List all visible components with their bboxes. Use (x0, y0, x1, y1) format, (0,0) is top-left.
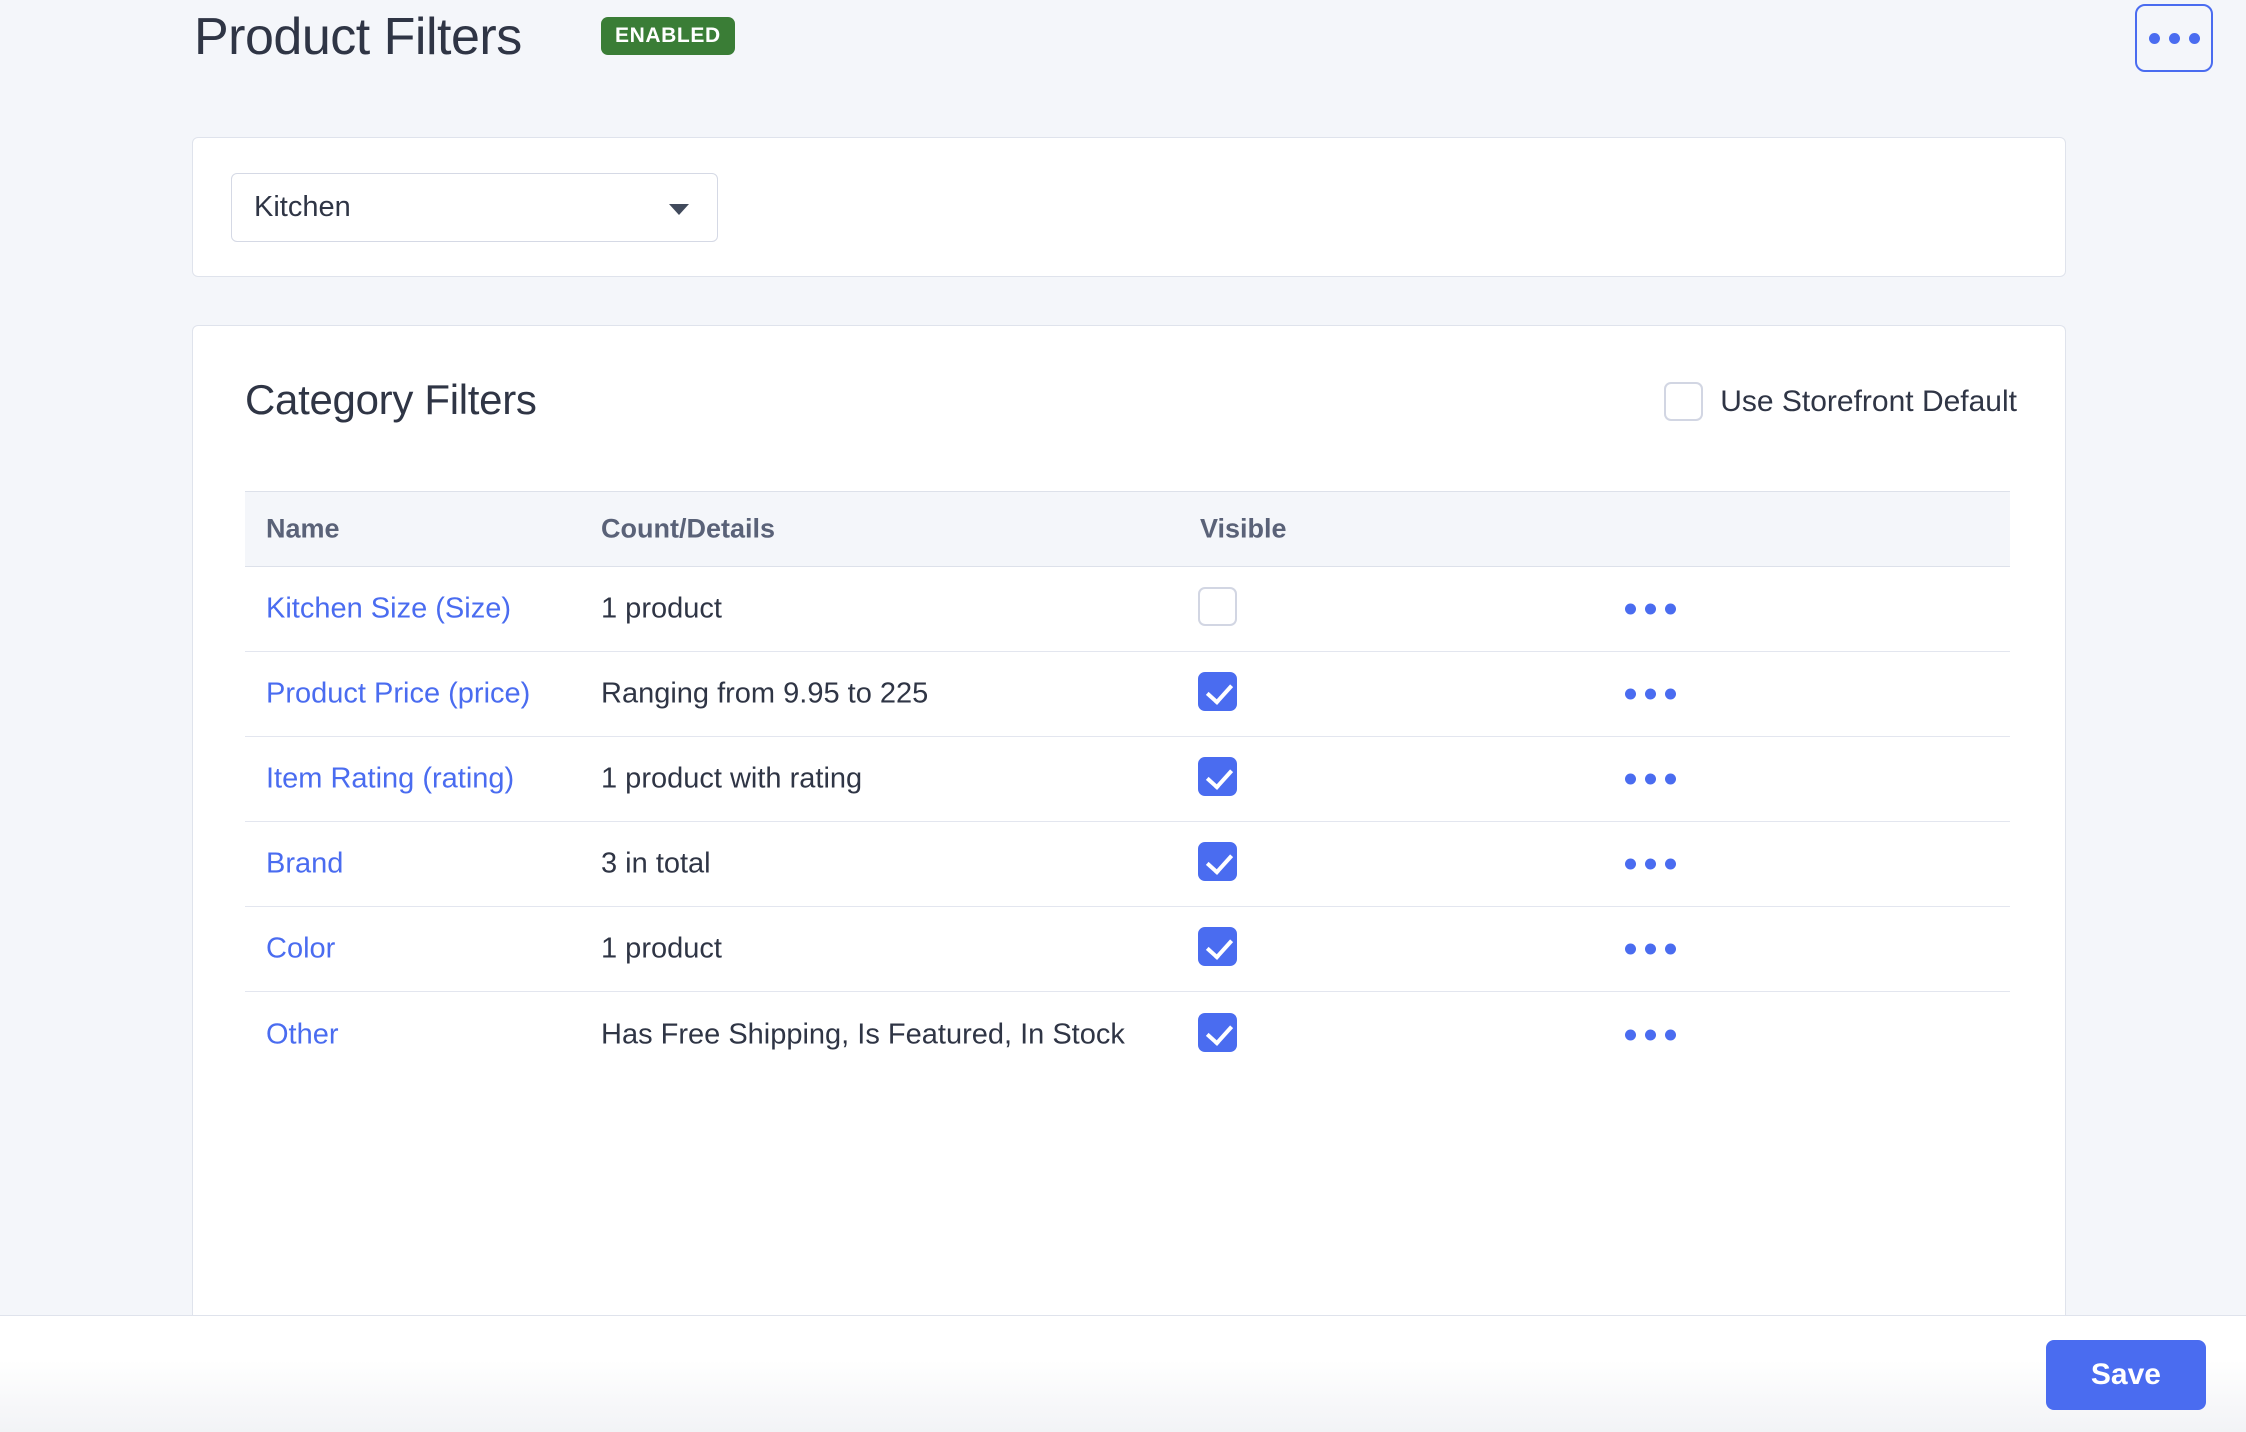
use-storefront-default-checkbox[interactable] (1664, 382, 1703, 421)
category-select-value: Kitchen (254, 191, 351, 224)
ellipsis-horizontal-icon (2189, 33, 2200, 44)
ellipsis-horizontal-icon (1645, 604, 1656, 615)
row-actions-menu[interactable] (1625, 944, 1676, 955)
filter-details: Has Free Shipping, Is Featured, In Stock (601, 1018, 1125, 1051)
ellipsis-horizontal-icon (1645, 859, 1656, 870)
visible-checkbox[interactable] (1198, 587, 1237, 626)
table-row: Color 1 product (245, 907, 2010, 992)
category-select-wrapper: Kitchen (231, 173, 718, 242)
status-badge: ENABLED (601, 17, 735, 55)
save-button[interactable]: Save (2046, 1340, 2206, 1410)
row-actions-menu[interactable] (1625, 604, 1676, 615)
visible-checkbox-cell (1198, 927, 1237, 971)
sticky-footer-bar: Save (0, 1315, 2246, 1432)
ellipsis-horizontal-icon (1665, 689, 1676, 700)
visible-checkbox-cell (1198, 757, 1237, 801)
table-row: Brand 3 in total (245, 822, 2010, 907)
column-header-count-details: Count/Details (601, 514, 775, 545)
row-actions-menu[interactable] (1625, 1029, 1676, 1040)
table-row: Product Price (price) Ranging from 9.95 … (245, 652, 2010, 737)
filter-details: 1 product (601, 933, 722, 966)
filter-name-link[interactable]: Item Rating (rating) (266, 763, 514, 796)
ellipsis-horizontal-icon (1665, 944, 1676, 955)
ellipsis-horizontal-icon (1625, 944, 1636, 955)
table-header-row: Name Count/Details Visible (245, 491, 2010, 567)
ellipsis-horizontal-icon (1625, 859, 1636, 870)
ellipsis-horizontal-icon (1665, 1029, 1676, 1040)
category-filters-table: Name Count/Details Visible Kitchen Size … (245, 491, 2010, 1077)
filter-details: 1 product with rating (601, 763, 862, 796)
visible-checkbox-cell (1198, 842, 1237, 886)
visible-checkbox[interactable] (1198, 1013, 1237, 1052)
ellipsis-horizontal-icon (1665, 859, 1676, 870)
visible-checkbox-cell (1198, 672, 1237, 716)
ellipsis-horizontal-icon (1645, 689, 1656, 700)
row-actions-menu[interactable] (1625, 859, 1676, 870)
ellipsis-horizontal-icon (2149, 33, 2160, 44)
category-filters-card: Category Filters Use Storefront Default … (192, 325, 2066, 1325)
column-header-visible: Visible (1200, 514, 1287, 545)
page-header: Product Filters ENABLED (0, 0, 2246, 118)
ellipsis-horizontal-icon (1665, 774, 1676, 785)
visible-checkbox[interactable] (1198, 927, 1237, 966)
filter-details: Ranging from 9.95 to 225 (601, 678, 928, 711)
filter-name-link[interactable]: Color (266, 933, 335, 966)
page-title: Product Filters (194, 6, 522, 68)
ellipsis-horizontal-icon (1645, 944, 1656, 955)
visible-checkbox[interactable] (1198, 757, 1237, 796)
ellipsis-horizontal-icon (1665, 604, 1676, 615)
section-title: Category Filters (245, 376, 537, 424)
row-actions-menu[interactable] (1625, 774, 1676, 785)
visible-checkbox-cell (1198, 1013, 1237, 1057)
table-row: Other Has Free Shipping, Is Featured, In… (245, 992, 2010, 1077)
use-storefront-default-row[interactable]: Use Storefront Default (1664, 382, 2017, 421)
filter-name-link[interactable]: Other (266, 1018, 339, 1051)
filter-name-link[interactable]: Product Price (price) (266, 678, 530, 711)
use-storefront-default-label: Use Storefront Default (1720, 385, 2017, 419)
ellipsis-horizontal-icon (1645, 774, 1656, 785)
table-row: Item Rating (rating) 1 product with rati… (245, 737, 2010, 822)
visible-checkbox[interactable] (1198, 842, 1237, 881)
visible-checkbox-cell (1198, 587, 1237, 631)
chevron-down-icon (669, 204, 689, 215)
ellipsis-horizontal-icon (1625, 774, 1636, 785)
ellipsis-horizontal-icon (1645, 1029, 1656, 1040)
ellipsis-horizontal-icon (2169, 33, 2180, 44)
filter-name-link[interactable]: Brand (266, 848, 343, 881)
column-header-name: Name (266, 514, 340, 545)
table-row: Kitchen Size (Size) 1 product (245, 567, 2010, 652)
category-selector-card: Kitchen (192, 137, 2066, 277)
ellipsis-horizontal-icon (1625, 1029, 1636, 1040)
filter-name-link[interactable]: Kitchen Size (Size) (266, 593, 511, 626)
header-overflow-menu-button[interactable] (2135, 4, 2213, 72)
row-actions-menu[interactable] (1625, 689, 1676, 700)
visible-checkbox[interactable] (1198, 672, 1237, 711)
category-select[interactable]: Kitchen (231, 173, 718, 242)
ellipsis-horizontal-icon (1625, 689, 1636, 700)
filter-details: 1 product (601, 593, 722, 626)
ellipsis-horizontal-icon (1625, 604, 1636, 615)
filter-details: 3 in total (601, 848, 711, 881)
